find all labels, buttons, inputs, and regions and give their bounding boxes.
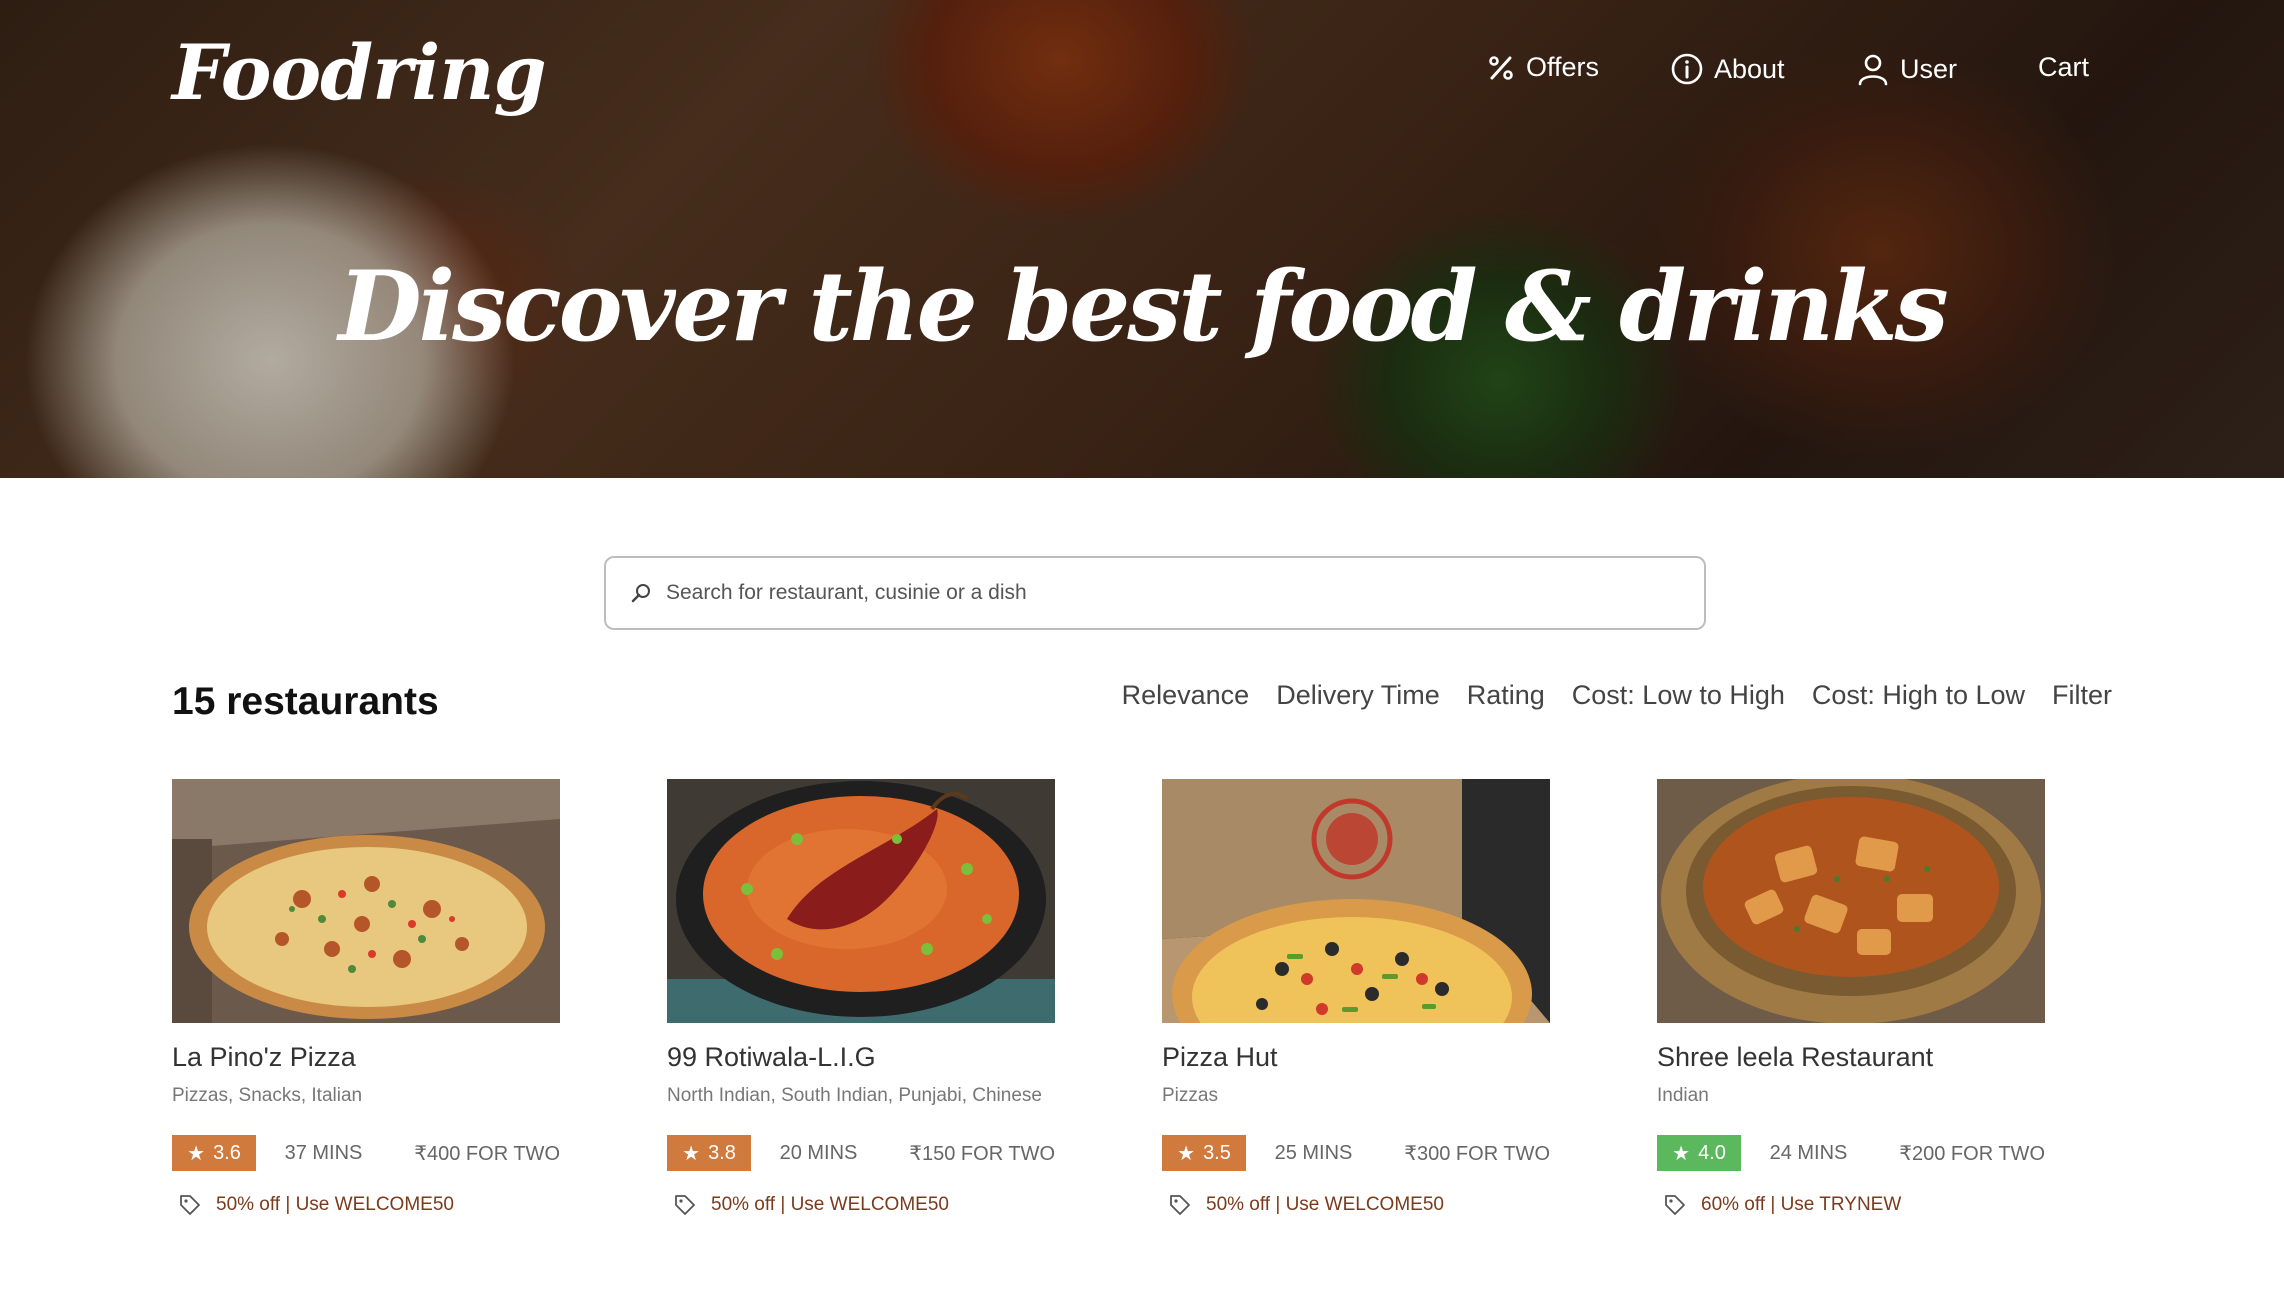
sort-rating[interactable]: Rating [1467,680,1545,711]
nav-user-label: User [1900,53,1958,84]
offer-text: 60% off | Use TRYNEW [1701,1194,1902,1215]
rating-value: 3.8 [708,1141,736,1164]
delivery-time: 25 MINS [1274,1141,1353,1164]
cost-for-two: ₹400 FOR TWO [414,1142,560,1165]
nav-cart-label: Cart [2038,52,2090,82]
restaurant-name: 99 Rotiwala-L.I.G [667,1042,876,1072]
hero-tagline: Discover the best food & drinks [338,250,1948,363]
rating-badge: ★ 3.5 [1162,1135,1246,1171]
sort-options: Relevance Delivery Time Rating Cost: Low… [1122,680,2112,711]
restaurant-meta: ★ 3.8 20 MINS ₹150 FOR TWO [667,1135,1055,1171]
offer-text: 50% off | Use WELCOME50 [1206,1194,1444,1215]
offer-line: 50% off | Use WELCOME50 [667,1193,1055,1217]
restaurant-card[interactable]: Shree leela Restaurant Indian ★ 4.0 24 M… [1657,779,2045,1217]
restaurant-image-curry [667,779,1055,1023]
delivery-time: 37 MINS [284,1141,363,1164]
offer-line: 50% off | Use WELCOME50 [1162,1193,1550,1217]
nav-about-label: About [1714,53,1785,84]
restaurant-cuisine: North Indian, South Indian, Punjabi, Chi… [667,1085,1042,1106]
restaurant-image-pizza [172,779,560,1023]
restaurant-image-paneer-curry [1657,779,2045,1023]
tag-icon [675,1195,695,1215]
sort-relevance[interactable]: Relevance [1122,680,1250,711]
restaurant-cuisine: Pizzas [1162,1085,1218,1106]
restaurant-cuisine: Pizzas, Snacks, Italian [172,1085,363,1106]
rating-badge: ★ 3.8 [667,1135,751,1171]
brand-logo[interactable]: Foodring [172,28,547,117]
restaurant-card[interactable]: Pizza Hut Pizzas ★ 3.5 25 MINS ₹300 FOR … [1162,779,1550,1217]
delivery-time: 20 MINS [779,1141,858,1164]
sort-cost-low-high[interactable]: Cost: Low to High [1572,680,1785,711]
search-bar[interactable] [604,556,1706,630]
restaurant-count: 15 restaurants [172,680,439,723]
rating-value: 3.6 [213,1141,241,1164]
nav-cart[interactable]: Cart [2038,52,2089,83]
filter-button[interactable]: Filter [2052,680,2112,711]
cost-for-two: ₹300 FOR TWO [1404,1142,1550,1165]
restaurant-meta: ★ 3.5 25 MINS ₹300 FOR TWO [1162,1135,1550,1171]
delivery-time: 24 MINS [1769,1141,1848,1164]
restaurant-meta: ★ 4.0 24 MINS ₹200 FOR TWO [1657,1135,2045,1171]
restaurant-name: Pizza Hut [1162,1042,1278,1072]
sort-cost-high-low[interactable]: Cost: High to Low [1812,680,2025,711]
user-icon [1858,54,1888,86]
star-icon: ★ [187,1142,206,1165]
tag-icon [1665,1195,1685,1215]
cost-for-two: ₹200 FOR TWO [1899,1142,2045,1165]
percent-icon [1489,55,1513,80]
hero-banner: Foodring Offers About User Cart Discover… [0,0,2284,478]
nav-offers-label: Offers [1526,52,1600,82]
nav-about[interactable]: About [1670,52,1785,86]
search-input[interactable] [666,581,1704,605]
star-icon: ★ [1177,1142,1196,1165]
restaurant-meta: ★ 3.6 37 MINS ₹400 FOR TWO [172,1135,560,1171]
rating-badge: ★ 4.0 [1657,1135,1741,1171]
restaurant-image-pizza-hut [1162,779,1550,1023]
search-icon [631,584,650,603]
info-icon [1671,53,1703,85]
offer-line: 60% off | Use TRYNEW [1657,1193,2045,1217]
offer-line: 50% off | Use WELCOME50 [172,1193,560,1217]
tag-icon [1170,1195,1190,1215]
restaurant-cuisine: Indian [1657,1085,1709,1106]
offer-text: 50% off | Use WELCOME50 [711,1194,949,1215]
star-icon: ★ [1672,1142,1691,1165]
restaurant-name: La Pino'z Pizza [172,1042,356,1072]
rating-value: 3.5 [1203,1141,1231,1164]
sort-delivery-time[interactable]: Delivery Time [1276,680,1440,711]
restaurant-name: Shree leela Restaurant [1657,1042,1934,1072]
nav-user[interactable]: User [1856,52,1957,86]
tag-icon [180,1195,200,1215]
nav-offers[interactable]: Offers [1486,52,1599,83]
cost-for-two: ₹150 FOR TWO [909,1142,1055,1165]
offer-text: 50% off | Use WELCOME50 [216,1194,454,1215]
rating-value: 4.0 [1698,1141,1726,1164]
rating-badge: ★ 3.6 [172,1135,256,1171]
star-icon: ★ [682,1142,701,1165]
restaurant-card[interactable]: 99 Rotiwala-L.I.G North Indian, South In… [667,779,1055,1217]
restaurant-card[interactable]: La Pino'z Pizza Pizzas, Snacks, Italian … [172,779,560,1217]
